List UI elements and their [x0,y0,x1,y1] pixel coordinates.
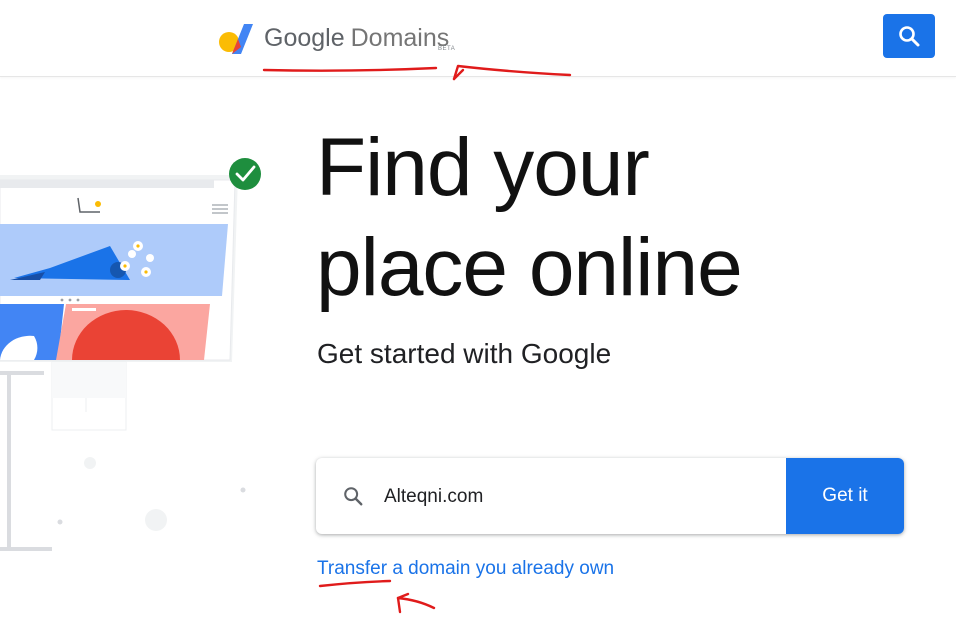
arrow-mark [396,596,436,614]
domain-search-box: Get it [316,458,904,534]
headline-line-1: Find your [316,122,650,213]
header-search-button[interactable] [883,14,935,58]
transfer-domain-link[interactable]: Transfer a domain you already own [317,558,614,580]
search-icon [344,487,363,506]
get-it-button[interactable]: Get it [786,458,904,534]
brand-name[interactable]: Google Domains [264,24,449,53]
subheadline: Get started with Google [317,338,612,369]
check-badge-icon [229,158,261,190]
google-domains-logo-icon[interactable] [218,22,254,56]
underline-mark [318,579,392,588]
top-bar: Google Domains BETA [0,0,956,77]
brand-google: Google [264,24,345,52]
website-illustration [0,158,261,551]
beta-badge: BETA [438,46,456,52]
search-icon [899,26,920,47]
headline-line-2: place online [316,222,743,313]
arrow-head-mark [396,592,410,600]
domain-search-input[interactable] [382,478,776,516]
headline: Find your place online [316,118,876,318]
brand-product: Domains [350,24,450,52]
